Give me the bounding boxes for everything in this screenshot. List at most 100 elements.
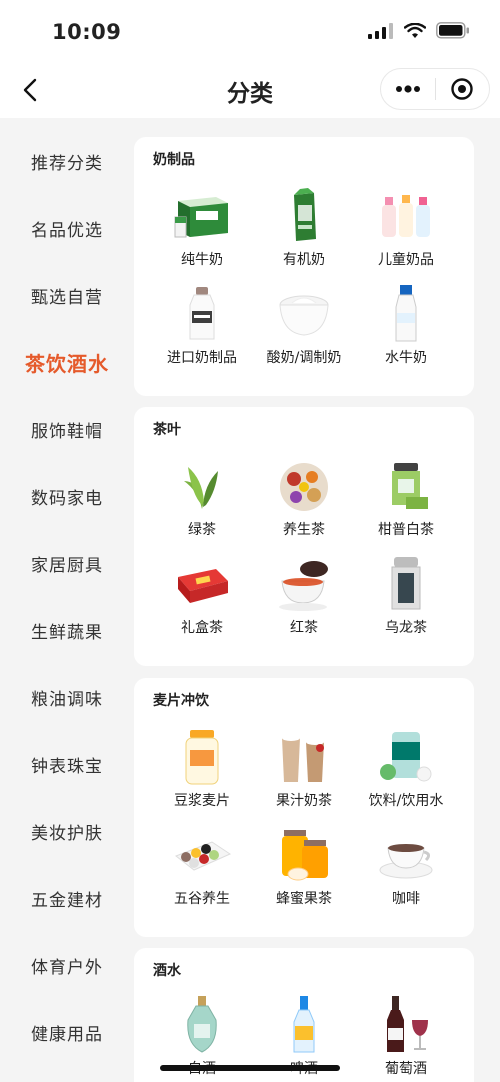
tea-tin-icon xyxy=(392,463,428,509)
category-item-label: 豆浆麦片 xyxy=(174,793,230,809)
sidebar-item-brands[interactable]: 名品优选 xyxy=(0,195,134,262)
sidebar-item-label: 体育户外 xyxy=(31,958,103,978)
more-button[interactable] xyxy=(381,69,435,109)
wine-bottle-glass-icon xyxy=(387,996,428,1052)
milk-tea-cups-icon xyxy=(282,735,324,782)
category-item[interactable]: 养生茶 xyxy=(251,457,357,539)
category-item[interactable]: 有机奶 xyxy=(251,187,357,269)
category-item-label: 水牛奶 xyxy=(385,350,427,366)
section-title: 奶制品 xyxy=(153,152,195,168)
category-item[interactable]: 红茶 xyxy=(251,555,357,637)
green-tea-leaf-icon xyxy=(184,467,218,509)
sidebar-item-label: 美妆护肤 xyxy=(31,824,103,844)
section-title: 麦片冲饮 xyxy=(153,693,209,709)
category-item[interactable]: 进口奶制品 xyxy=(149,285,255,367)
category-item-label: 酸奶/调制奶 xyxy=(266,350,342,366)
category-sidebar: 推荐分类 名品优选 甄选自营 茶饮酒水 服饰鞋帽 数码家电 家居厨具 生鲜蔬果 … xyxy=(0,128,134,1082)
category-item[interactable]: 儿童奶品 xyxy=(353,187,459,269)
category-item[interactable]: 纯牛奶 xyxy=(149,187,255,269)
imported-milk-bottle-icon xyxy=(189,287,215,340)
buffalo-milk-bottle-icon xyxy=(395,285,417,342)
sidebar-item-health[interactable]: 健康用品 xyxy=(0,999,134,1066)
sidebar-item-label: 粮油调味 xyxy=(31,690,103,710)
category-item-label: 红茶 xyxy=(290,620,318,636)
black-tea-cup-icon xyxy=(279,561,328,611)
nav-bar: 分类 xyxy=(0,62,500,118)
oatmeal-jar-icon xyxy=(185,730,219,785)
sidebar-item-beauty[interactable]: 美妆护肤 xyxy=(0,798,134,865)
sidebar-item-electronics[interactable]: 数码家电 xyxy=(0,463,134,530)
category-item[interactable]: 酸奶/调制奶 xyxy=(251,285,357,367)
sidebar-item-label: 茶饮酒水 xyxy=(25,352,109,376)
beer-bottle-icon xyxy=(293,996,315,1053)
category-item-label: 进口奶制品 xyxy=(167,350,237,366)
sidebar-item-label: 生鲜蔬果 xyxy=(31,623,103,643)
kids-milk-bottles-icon xyxy=(382,195,430,237)
section-cereal-drinks: 麦片冲饮 豆浆麦片 果汁奶茶 饮料/饮用水 五谷养生 蜂蜜果茶 咖啡 xyxy=(134,678,474,937)
category-item[interactable]: 蜂蜜果茶 xyxy=(251,826,357,908)
sidebar-item-fresh[interactable]: 生鲜蔬果 xyxy=(0,597,134,664)
category-item[interactable]: 豆浆麦片 xyxy=(149,728,255,810)
sidebar-item-home[interactable]: 家居厨具 xyxy=(0,530,134,597)
drink-can-icon xyxy=(380,732,432,782)
sidebar-item-label: 家居厨具 xyxy=(31,556,103,576)
status-icons xyxy=(368,22,470,39)
section-dairy: 奶制品 纯牛奶 有机奶 儿童奶品 进口奶制品 酸奶/调制奶 水牛奶 xyxy=(134,137,474,396)
category-item-label: 纯牛奶 xyxy=(181,252,223,268)
category-item[interactable]: 咖啡 xyxy=(353,826,459,908)
organic-milk-icon xyxy=(294,188,316,241)
sidebar-item-label: 服饰鞋帽 xyxy=(31,422,103,442)
section-alcohol: 酒水 白酒 啤酒 xyxy=(134,948,474,1082)
signal-icon xyxy=(368,22,393,39)
category-item-label: 果汁奶茶 xyxy=(276,793,332,809)
honey-jar-icon xyxy=(282,830,328,881)
category-item-label: 咖啡 xyxy=(392,891,420,907)
category-item[interactable]: 葡萄酒 xyxy=(353,996,459,1078)
sidebar-item-selected[interactable]: 甄选自营 xyxy=(0,262,134,329)
sidebar-item-label: 钟表珠宝 xyxy=(31,757,103,777)
gift-box-tea-icon xyxy=(178,569,228,603)
category-item[interactable]: 五谷养生 xyxy=(149,826,255,908)
category-item[interactable]: 礼盒茶 xyxy=(149,555,255,637)
sidebar-item-label: 甄选自营 xyxy=(31,288,103,308)
category-item-label: 饮料/饮用水 xyxy=(368,793,444,809)
category-item[interactable]: 柑普白茶 xyxy=(353,457,459,539)
sidebar-item-apparel[interactable]: 服饰鞋帽 xyxy=(0,396,134,463)
baijiu-bottle-icon xyxy=(187,996,217,1053)
sidebar-item-label: 推荐分类 xyxy=(31,154,103,174)
category-item[interactable]: 乌龙茶 xyxy=(353,555,459,637)
mini-program-capsule xyxy=(380,68,490,110)
category-item-label: 绿茶 xyxy=(188,522,216,538)
milk-carton-box-icon xyxy=(174,197,228,238)
section-title: 茶叶 xyxy=(153,422,181,438)
battery-icon xyxy=(436,22,469,39)
section-title: 酒水 xyxy=(153,963,181,979)
category-item-label: 蜂蜜果茶 xyxy=(276,891,332,907)
sidebar-item-recommended[interactable]: 推荐分类 xyxy=(0,128,134,195)
sidebar-item-label: 数码家电 xyxy=(31,489,103,509)
category-item[interactable]: 水牛奶 xyxy=(353,285,459,367)
category-content: 奶制品 纯牛奶 有机奶 儿童奶品 进口奶制品 酸奶/调制奶 水牛奶 茶叶 绿茶 … xyxy=(134,128,500,1082)
category-item-label: 儿童奶品 xyxy=(378,252,434,268)
coffee-cup-icon xyxy=(379,844,433,879)
sidebar-item-hardware[interactable]: 五金建材 xyxy=(0,865,134,932)
category-item-label: 葡萄酒 xyxy=(385,1061,427,1077)
close-miniprogram-button[interactable] xyxy=(436,69,490,109)
sidebar-item-drinks[interactable]: 茶饮酒水 xyxy=(0,329,134,396)
category-item[interactable]: 果汁奶茶 xyxy=(251,728,357,810)
category-item-label: 有机奶 xyxy=(283,252,325,268)
category-item[interactable]: 饮料/饮用水 xyxy=(353,728,459,810)
home-indicator[interactable] xyxy=(160,1065,340,1071)
section-tea: 茶叶 绿茶 养生茶 柑普白茶 礼盒茶 红茶 乌龙茶 xyxy=(134,407,474,666)
target-circle-icon xyxy=(451,78,473,100)
category-item[interactable]: 绿茶 xyxy=(149,457,255,539)
sidebar-item-sports[interactable]: 体育户外 xyxy=(0,932,134,999)
category-item-label: 乌龙茶 xyxy=(385,620,427,636)
more-dots-icon xyxy=(395,85,420,93)
grains-tray-icon xyxy=(174,841,232,871)
sidebar-item-label: 五金建材 xyxy=(31,891,103,911)
category-item-label: 五谷养生 xyxy=(174,891,230,907)
sidebar-item-grocery[interactable]: 粮油调味 xyxy=(0,664,134,731)
sidebar-item-jewelry[interactable]: 钟表珠宝 xyxy=(0,731,134,798)
category-item-label: 柑普白茶 xyxy=(378,522,434,538)
